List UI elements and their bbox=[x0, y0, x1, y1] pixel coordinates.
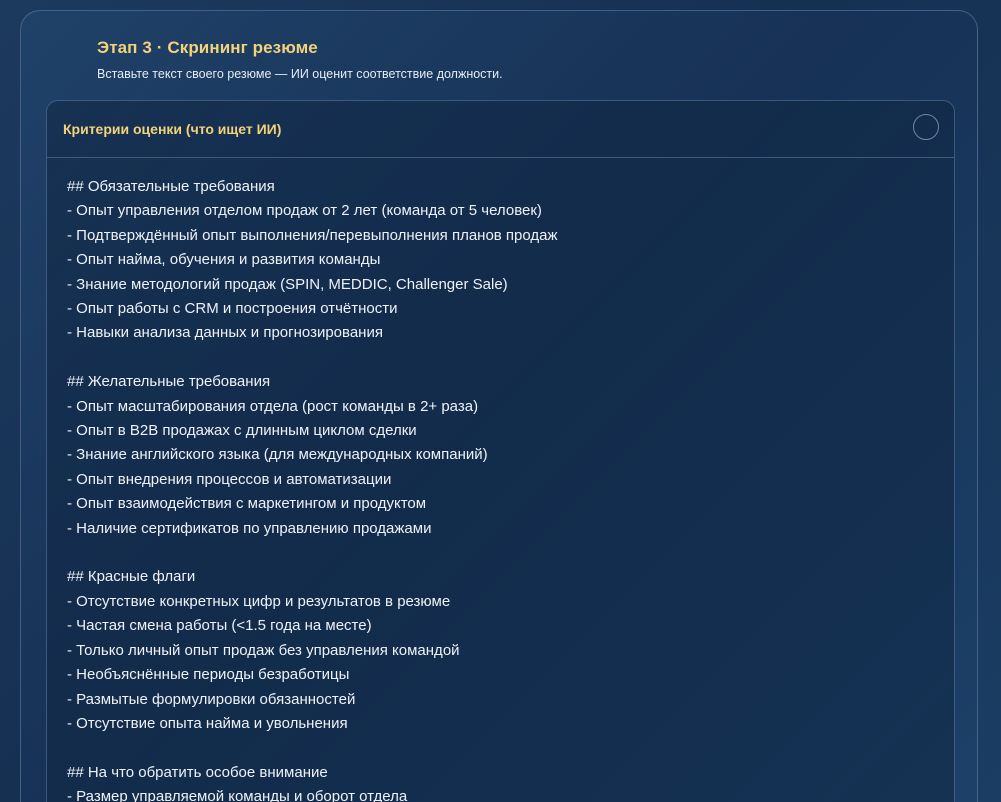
criteria-item: - Отсутствие конкретных цифр и результат… bbox=[67, 592, 451, 610]
criteria-item: - Подтверждённый опыт выполнения/перевып… bbox=[67, 226, 558, 244]
criteria-heading-required: ## Обязательные требования bbox=[67, 178, 275, 195]
criteria-heading-desired: ## Желательные требования bbox=[67, 373, 271, 391]
criteria-blank-line bbox=[67, 541, 954, 565]
criteria-item: - Опыт масштабирования отдела (рост кома… bbox=[67, 397, 479, 415]
criteria-item: - Опыт взаимодействия с маркетингом и пр… bbox=[67, 495, 427, 513]
criteria-item: - Частая смена работы (<1.5 года на мест… bbox=[67, 617, 372, 635]
criteria-item: - Опыт найма, обучения и развития команд… bbox=[67, 251, 381, 269]
criteria-item: - Отсутствие опыта найма и увольнения bbox=[67, 714, 348, 732]
criteria-body: ## Обязательные требования - Опыт управл… bbox=[47, 158, 954, 802]
criteria-header[interactable]: Критерии оценки (что ищет ИИ) bbox=[47, 101, 954, 158]
criteria-heading-red-flags: ## Красные флаги bbox=[67, 568, 196, 586]
toggle-circle-icon[interactable] bbox=[913, 114, 939, 140]
criteria-heading-attention: ## На что обратить особое внимание bbox=[67, 763, 328, 781]
criteria-panel: Критерии оценки (что ищет ИИ) ## Обязате… bbox=[46, 100, 955, 802]
criteria-item: - Опыт внедрения процессов и автоматизац… bbox=[67, 470, 392, 488]
step-card: Этап 3 · Скрининг резюме Вставьте текст … bbox=[20, 10, 978, 802]
step-title: Этап 3 · Скрининг резюме bbox=[97, 38, 318, 57]
criteria-blank-line bbox=[67, 736, 954, 760]
criteria-item: - Размер управляемой команды и оборот от… bbox=[67, 788, 408, 802]
criteria-title: Критерии оценки (что ищет ИИ) bbox=[63, 121, 282, 137]
criteria-item: - Только личный опыт продаж без управлен… bbox=[67, 641, 460, 659]
criteria-item: - Размытые формулировки обязанностей bbox=[67, 690, 356, 708]
step-subtitle: Вставьте текст своего резюме — ИИ оценит… bbox=[97, 67, 503, 81]
criteria-item: - Знание английского языка (для междунар… bbox=[67, 446, 488, 464]
criteria-item: - Знание методологий продаж (SPIN, MEDDI… bbox=[67, 275, 508, 293]
criteria-item: - Навыки анализа данных и прогнозировани… bbox=[67, 324, 383, 342]
criteria-item: - Опыт работы с CRM и построения отчётно… bbox=[67, 300, 398, 318]
criteria-item: - Опыт в B2B продажах с длинным циклом с… bbox=[67, 422, 417, 440]
criteria-item: - Необъяснённые периоды безработицы bbox=[67, 666, 350, 684]
criteria-item: - Наличие сертификатов по управлению про… bbox=[67, 519, 432, 537]
criteria-blank-line bbox=[67, 346, 954, 370]
criteria-item: - Опыт управления отделом продаж от 2 ле… bbox=[67, 202, 542, 220]
